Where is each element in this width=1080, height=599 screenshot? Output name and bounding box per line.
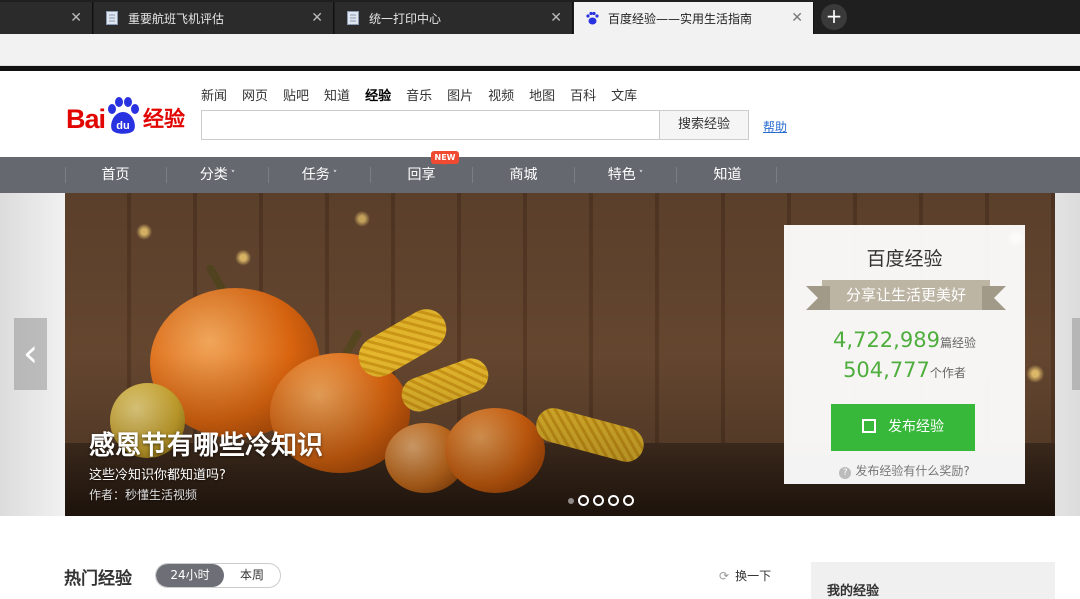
close-icon[interactable]: ✕ xyxy=(70,10,82,26)
carousel-dot[interactable] xyxy=(593,495,604,506)
browser-tab-1[interactable]: 重要航班飞机评估 ✕ xyxy=(94,2,334,34)
carousel-next-arrow-icon[interactable] xyxy=(1072,318,1080,390)
product-nav-item[interactable]: 地图 xyxy=(529,85,555,104)
carousel-indicators xyxy=(568,495,634,506)
search-input[interactable] xyxy=(201,110,660,140)
product-nav-item[interactable]: 网页 xyxy=(242,85,268,104)
carousel-prev-arrow-icon[interactable]: ‹ xyxy=(14,318,47,390)
refresh-button[interactable]: ⟳ 换一下 xyxy=(719,567,771,584)
chevron-down-icon: ˅ xyxy=(638,170,644,180)
tab-title: 统一打印中心 xyxy=(369,11,442,26)
nav-divider xyxy=(776,167,777,183)
product-nav-item[interactable]: 百科 xyxy=(570,85,596,104)
refresh-label: 换一下 xyxy=(735,569,772,583)
product-nav-item[interactable]: 文库 xyxy=(611,85,637,104)
new-badge: NEW xyxy=(431,151,459,165)
carousel-dot[interactable] xyxy=(578,495,589,506)
card-title: 百度经验 xyxy=(866,248,943,270)
main-nav: 首页 分类 ˅ 任务 ˅ 回享 商城 特色 ˅ 知道 xyxy=(0,157,1080,193)
product-nav-item[interactable]: 视频 xyxy=(488,85,514,104)
banner-subtitle: 这些冷知识你都知道吗? xyxy=(89,468,226,483)
tab-title: 重要航班飞机评估 xyxy=(128,11,225,26)
browser-tab-strip: ✕ 重要航班飞机评估 ✕ 统一打印中心 ✕ 百度经验——实用生活指南 ✕ + xyxy=(0,0,1080,34)
carousel-dot-active[interactable] xyxy=(568,498,574,504)
nav-item-featured[interactable]: 特色 ˅ xyxy=(575,157,676,193)
nav-item-label: 分类 xyxy=(199,167,228,183)
nav-item-zhidao[interactable]: 知道 xyxy=(677,157,778,193)
divider xyxy=(0,66,1080,71)
reward-link[interactable]: ? 发布经验有什么奖励? xyxy=(784,462,1025,479)
plus-icon[interactable]: + xyxy=(821,4,847,30)
nav-item-label: 首页 xyxy=(101,167,130,183)
my-experience-title: 我的经验 xyxy=(827,584,880,599)
browser-toolbar xyxy=(0,34,1080,66)
author-count-value: 504,777 xyxy=(843,358,930,382)
browser-tab-2[interactable]: 统一打印中心 ✕ xyxy=(335,2,573,34)
tab-24h[interactable]: 24小时 xyxy=(156,564,224,587)
browser-tab-0[interactable]: ✕ xyxy=(0,2,93,34)
hot-experiences-title: 热门经验 xyxy=(64,569,132,589)
logo-text-bai: Bai xyxy=(66,104,106,134)
nav-item-label: 任务 xyxy=(301,167,330,183)
product-nav-item[interactable]: 知道 xyxy=(324,85,350,104)
baidu-paw-icon xyxy=(584,10,600,26)
experience-count: 4,722,989篇经验 xyxy=(784,328,1025,352)
close-icon[interactable]: ✕ xyxy=(550,10,562,26)
author-count-unit: 个作者 xyxy=(929,366,966,380)
product-nav-item[interactable]: 图片 xyxy=(447,85,473,104)
carousel-dot[interactable] xyxy=(623,495,634,506)
publish-experience-button[interactable]: 发布经验 xyxy=(831,404,975,451)
nav-item-label: 特色 xyxy=(607,167,636,183)
stats-card: 百度经验 分享让生活更美好 4,722,989篇经验 504,777个作者 发布… xyxy=(784,225,1025,484)
slogan-ribbon: 分享让生活更美好 xyxy=(806,280,1006,310)
reward-link-label: 发布经验有什么奖励? xyxy=(855,464,970,478)
publish-label: 发布经验 xyxy=(888,419,944,435)
banner-title[interactable]: 感恩节有哪些冷知识 xyxy=(89,425,323,462)
question-icon: ? xyxy=(839,467,852,479)
nav-item-home[interactable]: 首页 xyxy=(65,157,166,193)
logo-text-du: du xyxy=(116,120,129,132)
author-count: 504,777个作者 xyxy=(784,358,1025,382)
banner-author[interactable]: 作者：秒懂生活视频 xyxy=(89,486,197,503)
time-range-toggle: 24小时 本周 xyxy=(155,563,281,588)
product-nav: 新闻 网页 贴吧 知道 经验 音乐 图片 视频 地图 百科 文库 xyxy=(201,85,652,104)
nav-item-mall[interactable]: 商城 xyxy=(473,157,574,193)
nav-item-label: 商城 xyxy=(509,167,538,183)
tab-title: 百度经验——实用生活指南 xyxy=(608,11,753,26)
document-icon xyxy=(104,10,120,26)
chevron-down-icon: ˅ xyxy=(230,170,236,180)
edit-icon xyxy=(862,419,876,433)
experience-count-unit: 篇经验 xyxy=(939,336,976,350)
baidu-paw-icon: du xyxy=(106,96,140,136)
product-nav-item-current[interactable]: 经验 xyxy=(365,85,391,104)
experience-count-value: 4,722,989 xyxy=(833,328,940,352)
close-icon[interactable]: ✕ xyxy=(791,10,803,26)
nav-item-label: 回享 xyxy=(407,167,436,183)
browser-tab-3[interactable]: 百度经验——实用生活指南 ✕ xyxy=(574,2,814,34)
logo-text-jingyan: 经验 xyxy=(143,107,186,131)
product-nav-item[interactable]: 贴吧 xyxy=(283,85,309,104)
nav-item-category[interactable]: 分类 ˅ xyxy=(167,157,268,193)
nav-item-label: 知道 xyxy=(713,167,742,183)
nav-item-tasks[interactable]: 任务 ˅ xyxy=(269,157,370,193)
baidu-jingyan-logo[interactable]: Bai du 经验 xyxy=(66,92,185,136)
close-icon[interactable]: ✕ xyxy=(311,10,323,26)
tab-week[interactable]: 本周 xyxy=(224,564,280,587)
product-nav-item[interactable]: 新闻 xyxy=(201,85,227,104)
help-link[interactable]: 帮助 xyxy=(763,118,787,135)
chevron-down-icon: ˅ xyxy=(332,170,338,180)
product-nav-item[interactable]: 音乐 xyxy=(406,85,432,104)
my-experience-panel: 我的经验 xyxy=(811,562,1055,599)
document-icon xyxy=(345,10,361,26)
carousel-dot[interactable] xyxy=(608,495,619,506)
refresh-icon: ⟳ xyxy=(719,569,730,583)
search-button[interactable]: 搜索经验 xyxy=(659,110,749,140)
